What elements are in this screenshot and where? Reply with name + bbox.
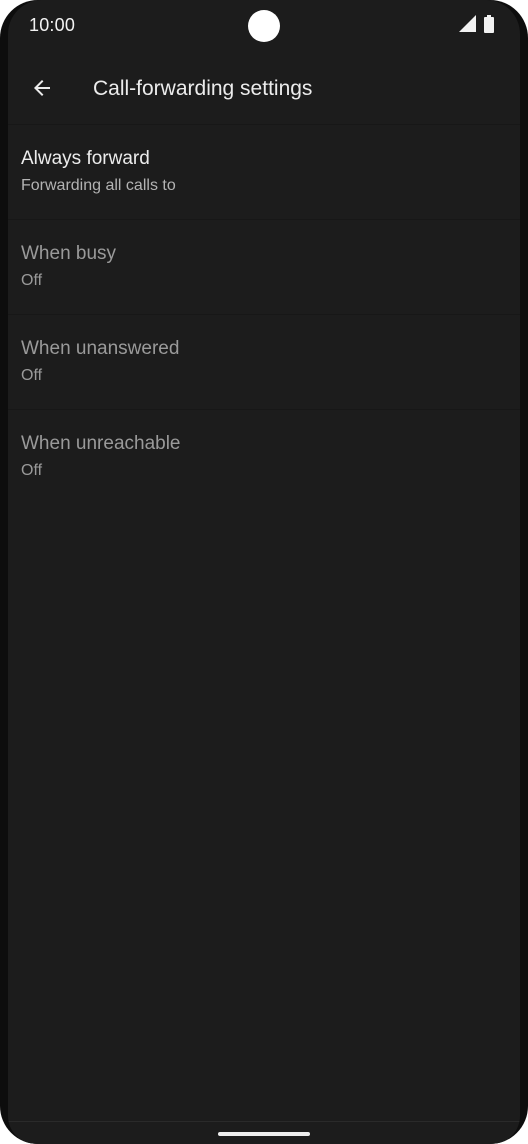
navigation-bar <box>8 1121 520 1144</box>
camera-cutout <box>248 10 280 42</box>
screen: 10:00 Call-forwarding settings Always fo… <box>8 0 520 1144</box>
list-item-when-unanswered[interactable]: When unanswered Off <box>8 314 520 409</box>
app-bar: Call-forwarding settings <box>8 60 520 120</box>
list-item-when-busy[interactable]: When busy Off <box>8 219 520 314</box>
list-item-summary: Off <box>21 462 43 479</box>
list-item-title: When busy <box>21 243 117 264</box>
status-time: 10:00 <box>29 15 76 35</box>
arrow-back-icon <box>30 76 54 105</box>
list-item-when-unreachable[interactable]: When unreachable Off <box>8 409 520 504</box>
list-item-title: When unanswered <box>21 338 180 359</box>
list-item-summary: Off <box>21 272 43 289</box>
signal-icon <box>459 15 476 37</box>
page-title: Call-forwarding settings <box>93 77 313 100</box>
list-item-always-forward[interactable]: Always forward Forwarding all calls to <box>8 124 520 219</box>
phone-frame: 10:00 Call-forwarding settings Always fo… <box>0 0 528 1144</box>
list-item-summary: Off <box>21 367 43 384</box>
call-forwarding-list: Always forward Forwarding all calls to W… <box>8 124 520 504</box>
status-icons <box>459 14 494 38</box>
battery-icon <box>484 14 494 38</box>
back-button[interactable] <box>18 66 66 114</box>
list-item-title: Always forward <box>21 148 150 169</box>
home-gesture-handle[interactable] <box>218 1132 310 1136</box>
list-item-summary: Forwarding all calls to <box>21 177 176 194</box>
list-item-title: When unreachable <box>21 433 181 454</box>
status-bar: 10:00 <box>8 0 520 52</box>
